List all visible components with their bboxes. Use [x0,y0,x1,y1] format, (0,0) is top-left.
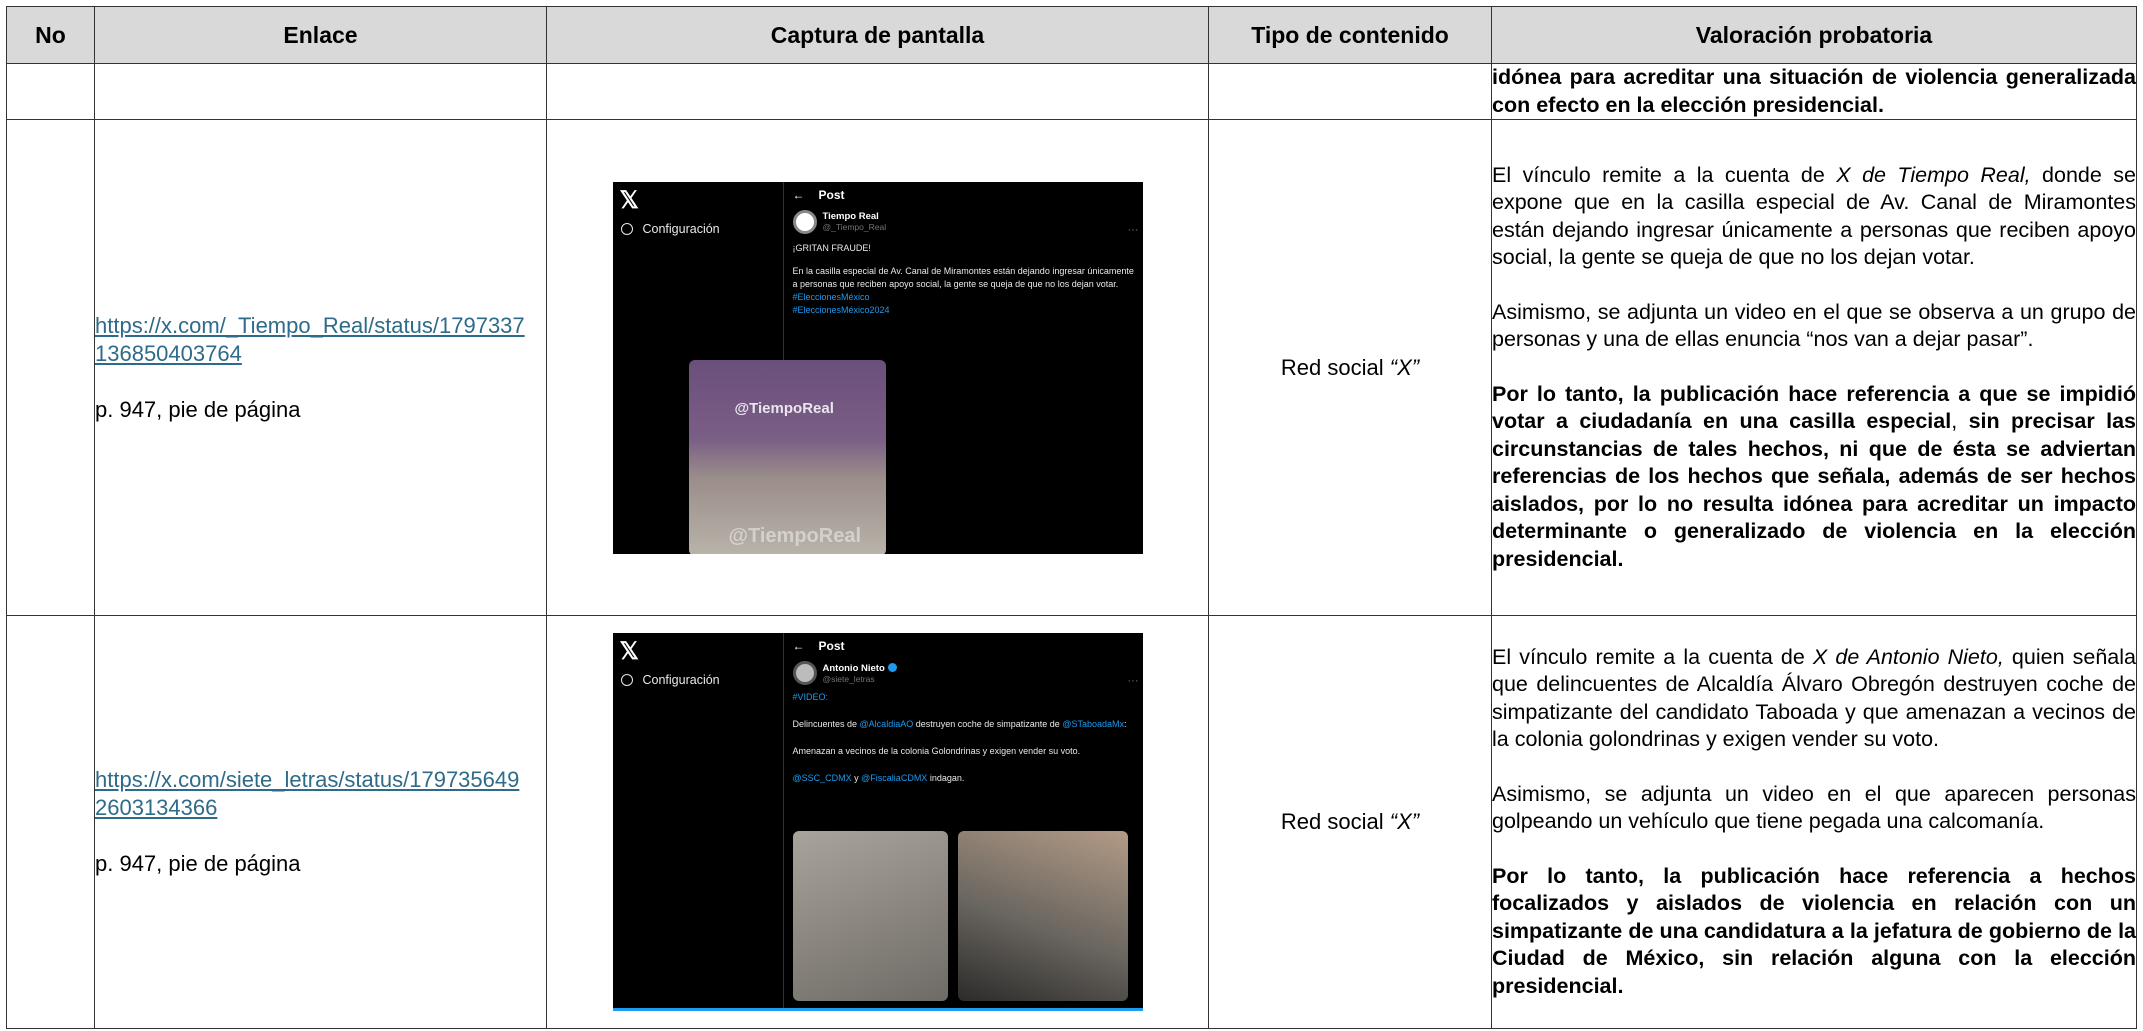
valoracion-p3: Por lo tanto, la publicación hace refere… [1492,381,2137,571]
author-name: Tiempo Real [822,211,879,222]
cell-tipo [1208,63,1492,120]
evidence-table: No Enlace Captura de pantalla Tipo de co… [6,6,2137,1029]
header-tipo: Tipo de contenido [1208,6,1492,64]
x-logo-icon: 𝕏 [619,638,639,665]
hashtag: #EleccionesMéxico2024 [792,304,890,315]
hashtag: #EleccionesMéxico [792,291,870,302]
tweet-line1: ¡GRITAN FRAUDE! [792,242,871,253]
header-valoracion: Valoración probatoria [1491,6,2137,64]
author-handle: @_Tiempo_Real [822,222,887,232]
hashtag: #VIDEO: [792,692,829,702]
tweet-body-line2: Amenazan a vecinos de la colonia Golondr… [792,746,1081,756]
settings-label: Configuración [642,673,720,687]
tweet-author: Antonio Nieto @siete_letras [792,661,1137,685]
settings-label: Configuración [642,221,720,236]
back-arrow-icon: ← [792,639,805,653]
valoracion-p1: El vínculo remite a la cuenta de X de An… [1492,644,2136,752]
cell-no [6,63,95,120]
page-reference: p. 947, pie de página [95,851,301,876]
video-frame-left [792,831,948,1001]
video-frame-right [957,831,1128,1001]
author-name: Antonio Nieto [823,662,897,674]
table-row: https://x.com/siete_letras/status/179735… [6,615,2137,1029]
header-enlace: Enlace [94,6,547,64]
post-header: ← Post [793,188,1137,202]
watermark: @TiempoReal [734,399,834,417]
table-row-continuation: idónea para acreditar una situación de v… [6,63,2137,120]
tweet-screenshot: 𝕏 Configuración ··· ← Post Antonio Nieto … [612,633,1143,1011]
tweet-body: En la casilla especial de Av. Canal de M… [792,265,1134,289]
cell-enlace: https://x.com/_Tiempo_Real/status/179733… [94,119,547,616]
sidebar-divider [782,633,784,1011]
tweet-author: Tiempo Real @_Tiempo_Real [792,209,1137,234]
tipo-italic: “X” [1389,354,1420,380]
settings-menu-item: Configuración [620,221,720,236]
valoracion-p2: Asimismo, se adjunta un video en el que … [1492,299,2136,352]
table-row: https://x.com/_Tiempo_Real/status/179733… [6,119,2137,616]
tweet-column: ← Post Antonio Nieto @siete_letras #VIDEO… [792,633,1137,1001]
cell-enlace [94,63,547,120]
gear-icon [620,222,633,235]
cell-tipo: Red social “X” [1208,119,1492,616]
valoracion-p3: Por lo tanto, la publicación hace refere… [1492,863,2136,998]
progress-line [612,1008,1143,1011]
x-logo-icon: 𝕏 [619,186,639,214]
tipo-text: Red social [1280,354,1390,380]
avatar [792,661,817,685]
tweet-body-line3: @SSC_CDMX y @FiscaliaCDMX indagan. [792,773,965,783]
avatar [792,209,817,234]
cell-captura: 𝕏 Configuración ··· ← Post Antonio Nieto … [546,615,1209,1029]
cell-no [6,119,95,616]
cell-enlace: https://x.com/siete_letras/status/179735… [94,615,547,1029]
author-handle: @siete_letras [822,673,875,684]
post-header: ← Post [793,639,1137,653]
evidence-link[interactable]: https://x.com/siete_letras/status/179735… [95,766,530,822]
post-title: Post [818,639,845,653]
tweet-screenshot: 𝕏 Configuración ··· ← Post Tiempo Real @_… [612,181,1143,554]
gear-icon [620,674,633,686]
cell-valoracion: El vínculo remite a la cuenta de X de An… [1491,615,2137,1029]
cell-valoracion: idónea para acreditar una situación de v… [1491,63,2137,120]
watermark: @TiempoReal [728,524,862,547]
header-captura: Captura de pantalla [546,6,1209,64]
valoracion-p2: Asimismo, se adjunta un video en el que … [1492,781,2136,834]
verified-badge-icon [887,662,897,672]
tweet-body-line1: Delincuentes de @AlcaldiaAO destruyen co… [792,719,1127,729]
tweet-column: ← Post Tiempo Real @_Tiempo_Real ¡GRITAN … [792,182,1137,317]
cell-valoracion: El vínculo remite a la cuenta de X de Ti… [1491,119,2137,616]
settings-menu-item: Configuración [620,673,720,687]
valoracion-p1: El vínculo remite a la cuenta de X de Ti… [1492,162,2136,270]
cell-no [6,615,95,1029]
tipo-text: Red social [1280,809,1390,834]
header-no: No [6,6,95,64]
valoracion-conclusion: idónea para acreditar una situación de v… [1492,65,2136,117]
page-reference: p. 947, pie de página [95,396,301,422]
cell-captura: 𝕏 Configuración ··· ← Post Tiempo Real @_… [546,119,1209,616]
tipo-italic: “X” [1389,809,1420,834]
video-thumbnail: @TiempoReal @TiempoReal [688,359,886,554]
header-row: No Enlace Captura de pantalla Tipo de co… [6,6,2137,64]
evidence-link[interactable]: https://x.com/_Tiempo_Real/status/179733… [95,312,530,368]
back-arrow-icon: ← [792,187,805,202]
post-title: Post [818,187,845,202]
cell-tipo: Red social “X” [1208,615,1492,1029]
cell-captura [546,63,1209,120]
